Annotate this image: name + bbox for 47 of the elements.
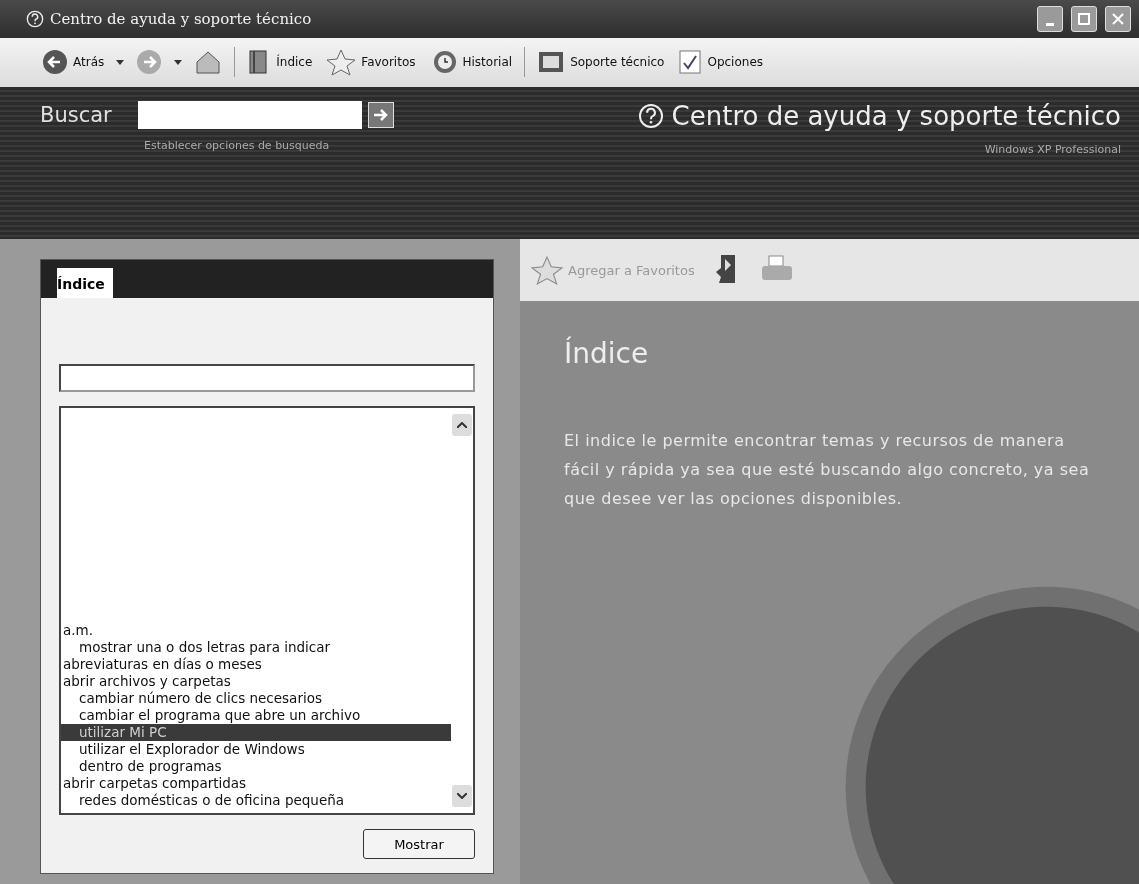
checkbox-icon — [678, 49, 703, 76]
search-label: Buscar — [40, 102, 112, 127]
index-entry[interactable]: abreviaturas en días o meses — [61, 656, 451, 673]
index-entry[interactable]: abrir archivos y carpetas — [61, 673, 451, 690]
back-button[interactable]: Atrás — [40, 47, 107, 78]
window-title: Centro de ayuda y soporte técnico — [50, 9, 313, 28]
index-entry[interactable]: redes domésticas o de oficina pequeña — [61, 792, 451, 809]
close-button[interactable] — [1105, 5, 1131, 32]
index-entry[interactable]: utilizar el Explorador de Windows — [61, 741, 451, 758]
scroll-down-button[interactable] — [452, 785, 472, 807]
star-icon — [530, 255, 564, 285]
index-entry[interactable]: dentro de programas — [61, 758, 451, 775]
help-icon — [26, 9, 44, 28]
scroll-up-button[interactable] — [452, 414, 472, 436]
index-entry[interactable]: mostrar una o dos letras para indicar — [61, 639, 451, 656]
index-entry[interactable]: a.m. — [61, 622, 451, 639]
index-entry[interactable]: cambiar número de clics necesarios — [61, 690, 451, 707]
index-entry[interactable]: utilizar Mi PC — [61, 724, 451, 741]
description-text: El indice le permite encontrar temas y recursos de manera fácil y rápida ya sea que esté buscando algo concreto, ya sea que desee ver las opciones disponibles. — [564, 430, 1091, 510]
show-button[interactable]: Mostrar — [363, 829, 475, 859]
app-title: Centro de ayuda y soporte técnico — [671, 100, 1121, 131]
index-entry[interactable]: cambiar el programa que abre un archivo — [61, 707, 451, 724]
go-button[interactable] — [367, 101, 394, 128]
down-caret-icon — [457, 793, 467, 799]
index-tab[interactable]: Índice — [57, 268, 113, 298]
minimize-button[interactable] — [1037, 5, 1063, 32]
search-field[interactable] — [137, 100, 362, 129]
up-caret-icon — [457, 422, 467, 428]
book-button[interactable]: Índice — [245, 47, 315, 78]
star-icon — [326, 48, 357, 77]
page-heading: Índice — [564, 337, 650, 370]
history-button[interactable]: Historial — [427, 47, 515, 78]
help-icon — [637, 102, 664, 129]
maximize-icon — [1078, 12, 1090, 25]
support-button[interactable]: Soporte técnico — [535, 47, 667, 78]
star-button[interactable]: Favoritos — [324, 46, 418, 79]
maximize-button[interactable] — [1071, 5, 1097, 32]
minimize-icon — [1046, 23, 1054, 27]
close-icon — [1112, 12, 1124, 25]
options-button[interactable]: Opciones — [676, 47, 766, 78]
index-entry[interactable]: abrir carpetas compartidas — [61, 775, 451, 792]
home-icon — [194, 49, 223, 76]
caret-icon[interactable] — [174, 59, 183, 65]
index-search-field[interactable] — [59, 364, 475, 392]
edition-label: Windows XP Professional — [984, 142, 1121, 156]
search-options-link[interactable]: Establecer opciones de busqueda — [144, 138, 394, 152]
caret-icon[interactable] — [116, 59, 125, 65]
